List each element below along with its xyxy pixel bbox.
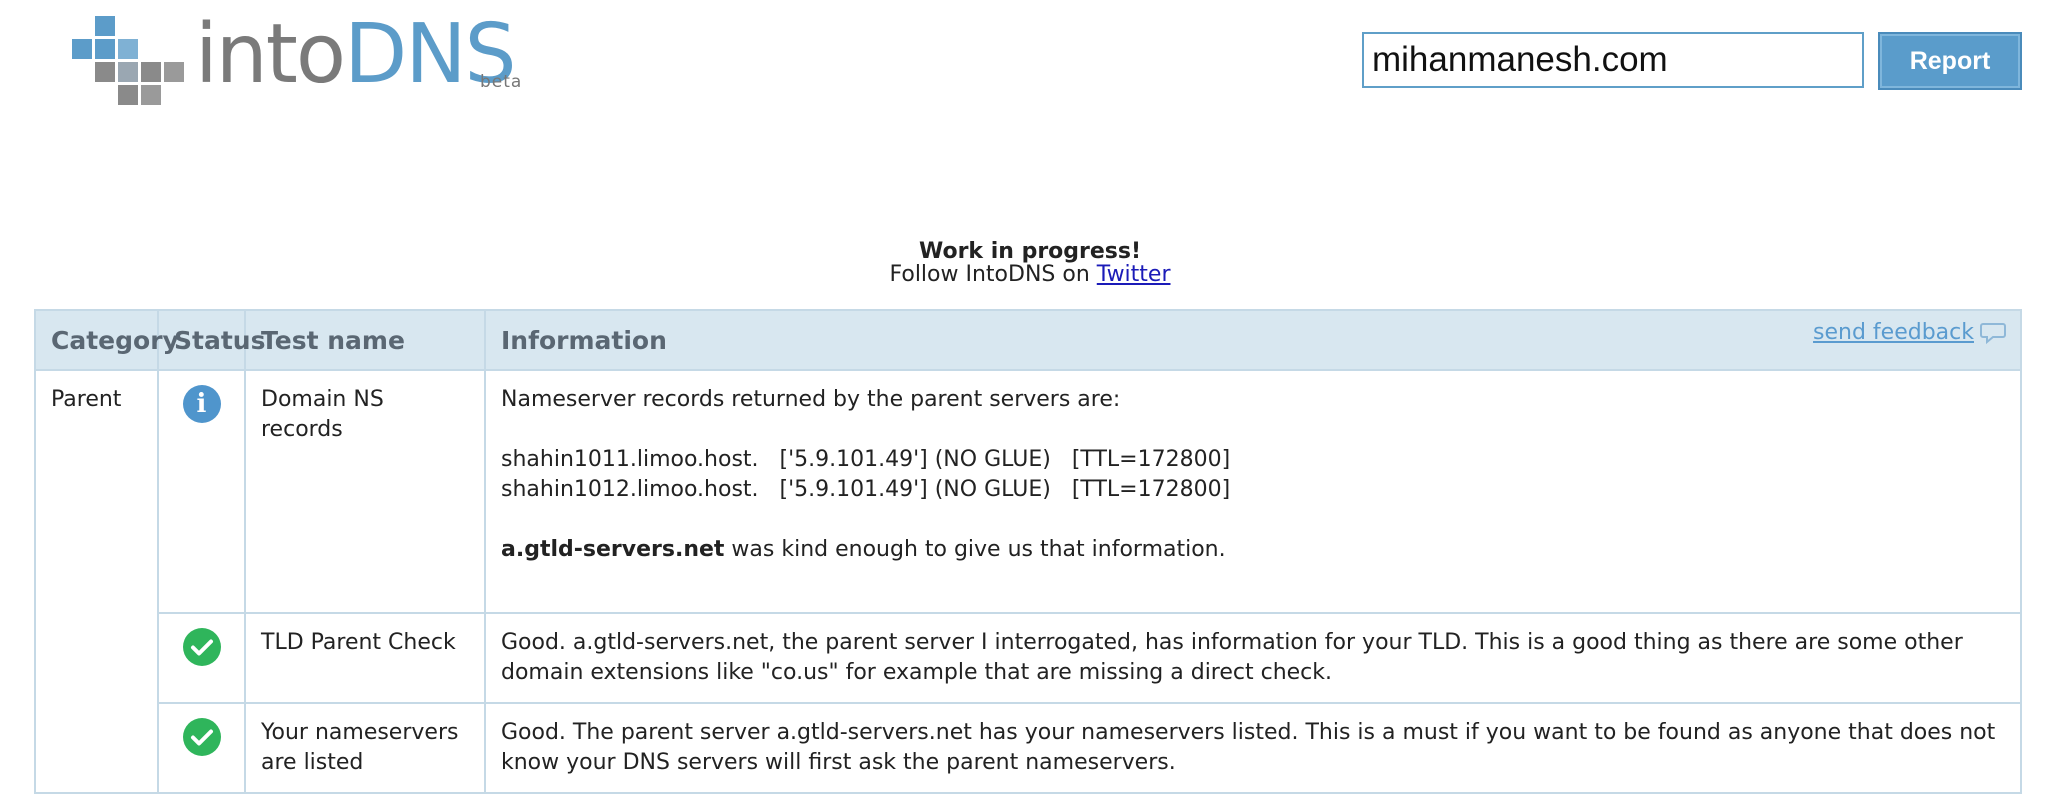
status-cell: i bbox=[157, 369, 246, 614]
test-name-cell: TLD Parent Check bbox=[244, 612, 486, 704]
info-source-text: was kind enough to give us that informat… bbox=[724, 537, 1226, 562]
info-icon: i bbox=[182, 385, 221, 423]
test-name-cell: Domain NS records bbox=[244, 369, 486, 614]
header-test-name: Test name bbox=[244, 309, 486, 371]
notice-follow: Follow IntoDNS on Twitter bbox=[0, 262, 2060, 287]
table-header-row: Category Status Test name Information se… bbox=[34, 309, 2022, 371]
report-button[interactable]: Report bbox=[1878, 32, 2022, 90]
header-category: Category bbox=[34, 309, 179, 371]
header-information-label: Information bbox=[501, 325, 667, 355]
information-cell: Good. a.gtld-servers.net, the parent ser… bbox=[484, 612, 2022, 704]
domain-search-input[interactable] bbox=[1362, 32, 1864, 88]
follow-text: Follow IntoDNS on bbox=[889, 262, 1097, 287]
ns-record-line: shahin1012.limoo.host. ['5.9.101.49'] (N… bbox=[501, 477, 1231, 502]
status-cell bbox=[157, 702, 246, 794]
check-icon bbox=[182, 718, 221, 756]
table-row: Your nameservers are listed Good. The pa… bbox=[35, 702, 2022, 794]
logo-wordmark: intoDNS bbox=[195, 7, 517, 102]
category-cell: Parent bbox=[34, 369, 159, 794]
test-name-cell: Your nameservers are listed bbox=[244, 702, 486, 794]
send-feedback-label: send feedback bbox=[1813, 320, 1974, 345]
status-cell bbox=[157, 612, 246, 704]
notice-title: Work in progress! bbox=[918, 239, 1142, 264]
check-icon bbox=[182, 628, 221, 666]
intodns-logo[interactable]: intoDNS beta bbox=[72, 10, 552, 111]
speech-bubble-icon bbox=[1980, 322, 2006, 344]
header-information: Information send feedback bbox=[484, 309, 2022, 371]
results-table: Category Status Test name Information se… bbox=[34, 309, 2022, 794]
info-source: a.gtld-servers.net was kind enough to gi… bbox=[501, 535, 2005, 565]
info-intro: Nameserver records returned by the paren… bbox=[501, 387, 1121, 412]
information-cell: Good. The parent server a.gtld-servers.n… bbox=[484, 702, 2022, 794]
logo-grid-icon bbox=[72, 16, 184, 106]
ns-record-line: shahin1011.limoo.host. ['5.9.101.49'] (N… bbox=[501, 447, 1231, 472]
table-row: TLD Parent Check Good. a.gtld-servers.ne… bbox=[35, 612, 2022, 704]
logo-beta-tag: beta bbox=[480, 72, 523, 92]
twitter-link[interactable]: Twitter bbox=[1097, 262, 1171, 287]
information-cell: Nameserver records returned by the paren… bbox=[484, 369, 2022, 614]
info-source-server: a.gtld-servers.net bbox=[501, 537, 725, 562]
send-feedback-link[interactable]: send feedback bbox=[1813, 320, 2006, 345]
table-row: Parent i Domain NS records Nameserver re… bbox=[34, 369, 2022, 794]
